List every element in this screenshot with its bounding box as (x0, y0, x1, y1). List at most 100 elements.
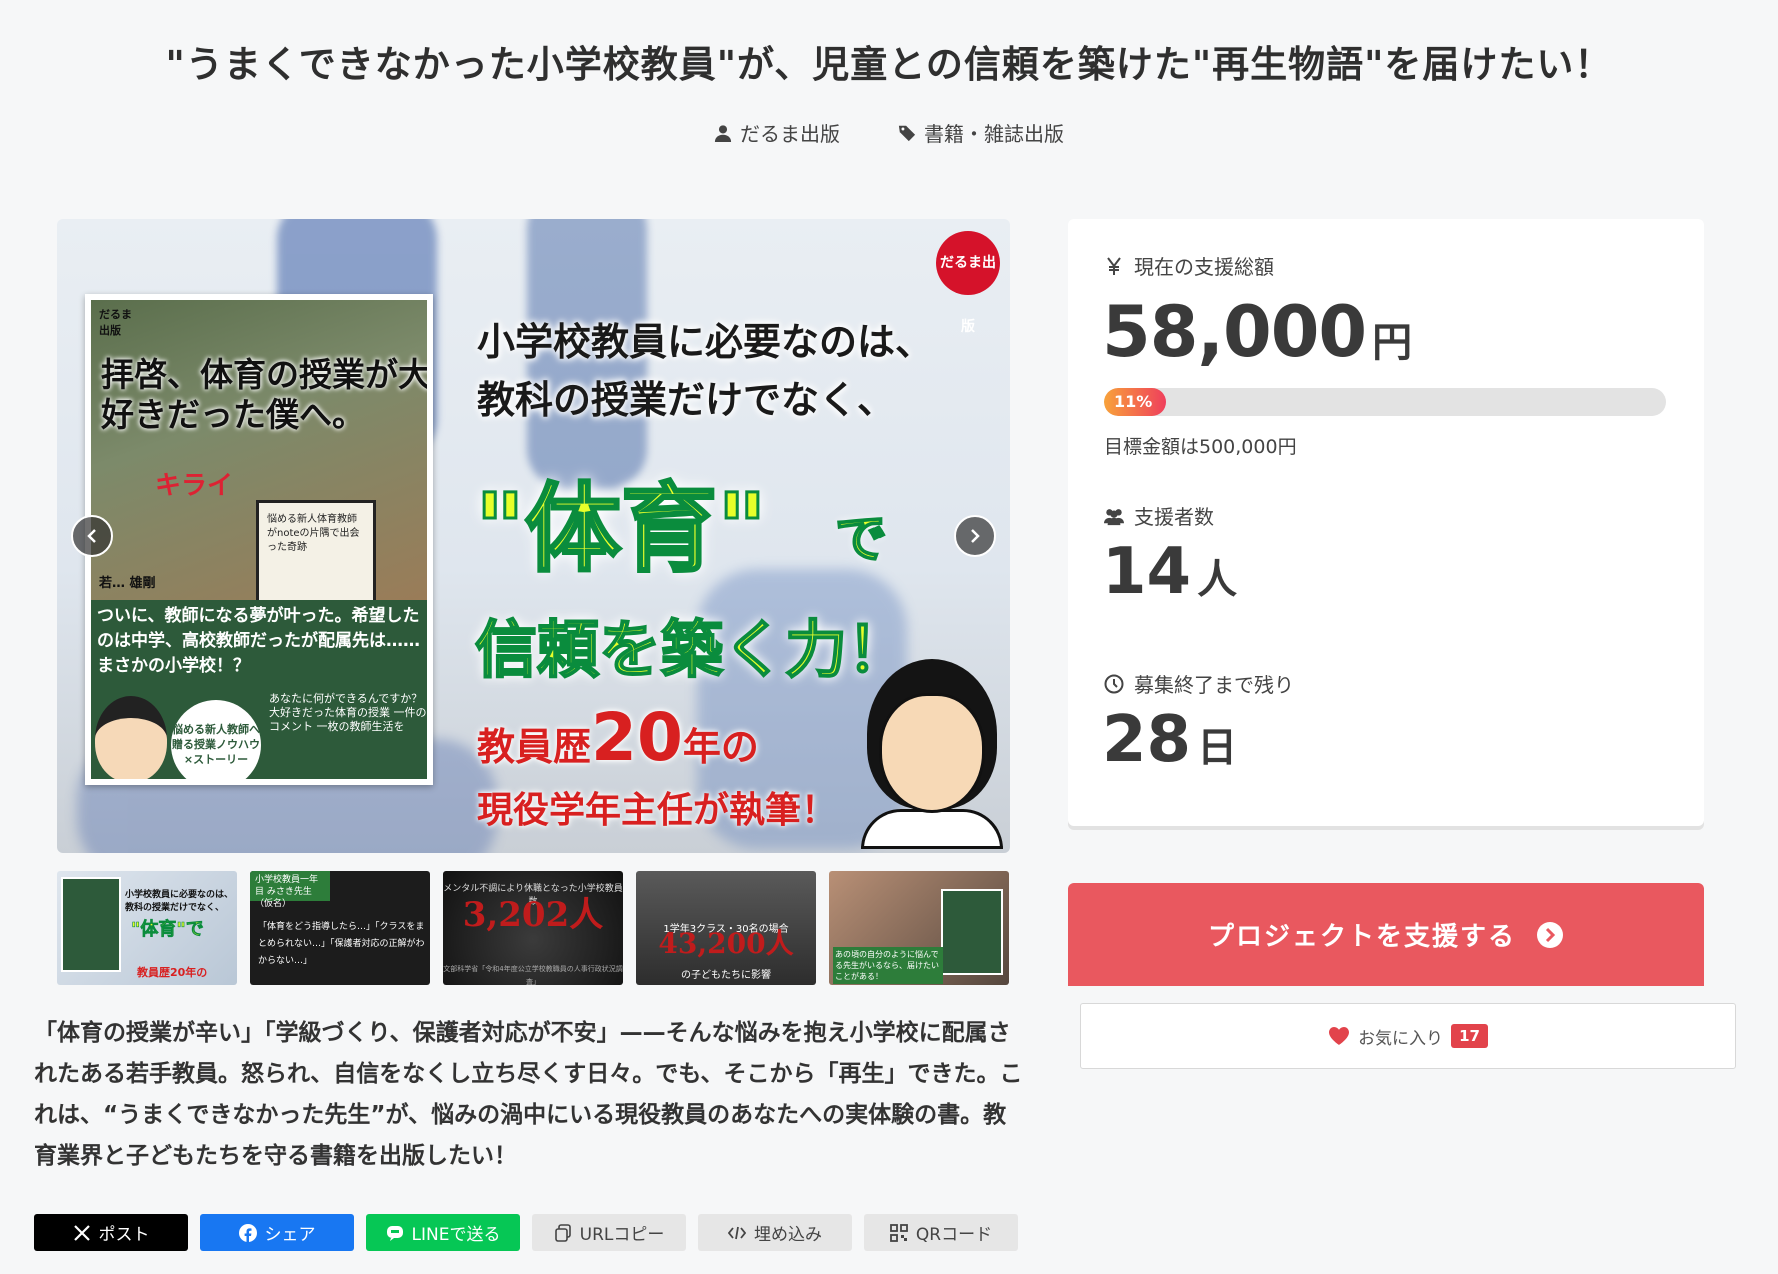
share-line-button[interactable]: LINEで送る (366, 1214, 520, 1251)
qr-code-icon (889, 1223, 908, 1242)
book-cover-image: だるま出版 拝啓、体育の授業が大好きだった僕へ。 キライ 悩める新人体育教師がn… (85, 294, 433, 785)
book-circle-text: 悩める新人教師へ贈る授業ノウハウ×ストーリー (171, 700, 261, 779)
book-title: 拝啓、体育の授業が大好きだった僕へ。 (101, 355, 431, 434)
project-title: "うまくできなかった小学校教員"が、児童との信頼を築けた"再生物語"を届けたい！ (165, 43, 1613, 86)
qr-code-button[interactable]: QRコード (864, 1214, 1018, 1251)
hero-career: 教員歴20年の (477, 699, 759, 776)
hero-de-text: で (834, 509, 888, 571)
thumb-1-text-c: 教員歴20年の (137, 966, 208, 979)
thumb-2-text-a: 小学校教員一年目 みさき先生（仮名） (250, 871, 330, 909)
code-icon (728, 1226, 746, 1239)
thumbnail-4[interactable]: 1学年3クラス・30名の場合 43,200人 の子どもたちに影響 (636, 871, 816, 985)
progress-fill: 11% (1104, 388, 1166, 416)
book-publisher-logo: だるま出版 (99, 308, 132, 337)
book-green-text: ついに、教師になる夢が叶った。希望したのは中学、高校教師だったが配属先は……まさ… (97, 606, 420, 676)
thumbnail-3[interactable]: メンタル不調により休職となった小学校教員数 3,202人 文部科学省「令和4年度… (443, 871, 623, 985)
favorite-label: お気に入り (1358, 1028, 1444, 1049)
copy-url-label: URLコピー (579, 1225, 665, 1245)
support-project-label: プロジェクトを支援する (1207, 922, 1516, 952)
supporters-value: 14 (1102, 535, 1192, 609)
hero-trust-text: 信頼を築く力！ (474, 612, 910, 687)
embed-button[interactable]: 埋め込み (698, 1214, 852, 1251)
remaining-label: 募集終了まで残り (1134, 673, 1294, 697)
author-illustration (861, 659, 1003, 849)
book-author: 若… 雄剛 (99, 576, 156, 591)
favorite-count-badge: 17 (1451, 1024, 1488, 1048)
clock-icon (1104, 674, 1124, 693)
arrow-circle-right-icon (1537, 921, 1563, 948)
carousel-prev-button[interactable] (71, 515, 113, 557)
owner-link[interactable]: だるま出版 (714, 118, 840, 147)
book-author-illustration (95, 696, 167, 779)
heart-icon (1329, 1027, 1350, 1045)
supporters-label: 支援者数 (1134, 505, 1214, 529)
progress-bar: 11% (1104, 388, 1666, 416)
supporters-unit: 人 (1197, 557, 1238, 603)
project-description: 「体育の授業が辛い」「学級づくり、保護者対応が不安」——そんな悩みを抱え小学校に… (34, 1020, 1023, 1169)
thumbnail-1[interactable]: 小学校教員に必要なのは、教科の授業だけでなく、 "体育"で 教員歴20年の (57, 871, 237, 985)
career-suffix: 年の (682, 725, 759, 769)
category-link[interactable]: 書籍・雑誌出版 (898, 118, 1064, 147)
thumb-2-text-b: 「体育をどう指導したら…」「クラスをまとめられない…」「保護者対応の正解がわから… (258, 922, 425, 966)
thumb-1-text-b: "体育"で (131, 919, 204, 940)
career-number: 20 (591, 699, 683, 776)
amount-unit: 円 (1372, 320, 1412, 366)
book-sign: 悩める新人体育教師がnoteの片隅で出会った奇跡 (256, 500, 376, 605)
thumb-1-text-a: 小学校教員に必要なのは、教科の授業だけでなく、 (125, 890, 234, 913)
thumbnail-strip: 小学校教員に必要なのは、教科の授業だけでなく、 "体育"で 教員歴20年の 小学… (57, 871, 1010, 985)
thumb-3-text-b: 3,202人 (462, 895, 604, 935)
copy-icon (554, 1223, 571, 1242)
qr-code-label: QRコード (915, 1225, 993, 1245)
amount-label: 現在の支援総額 (1134, 255, 1274, 279)
career-prefix: 教員歴 (477, 725, 592, 769)
thumbnail-2[interactable]: 小学校教員一年目 みさき先生（仮名） 「体育をどう指導したら…」「クラスをまとめ… (250, 871, 430, 985)
remaining-days: 28 日 (1102, 703, 1237, 777)
funding-stats-panel: 現在の支援総額 58,000 円 11% 目標金額は500,000円 支援者数 1… (1068, 219, 1704, 826)
share-facebook-button[interactable]: シェア (200, 1214, 354, 1251)
favorite-button[interactable]: お気に入り 17 (1080, 1003, 1736, 1069)
amount-label-row: 現在の支援総額 (1104, 251, 1274, 280)
thumb-3-text-c: 文部科学省「令和4年度公立学校教職員の人事行政状況調査」 (443, 965, 623, 985)
share-x-label: ポスト (98, 1225, 150, 1245)
remaining-value: 28 (1102, 703, 1192, 777)
share-bar: ポスト シェア LINEで送る URLコピー 埋め込み QRコード (34, 1214, 1018, 1251)
users-icon (1104, 508, 1124, 525)
main-image-carousel[interactable]: だるま出版 拝啓、体育の授業が大好きだった僕へ。 キライ 悩める新人体育教師がn… (57, 219, 1010, 853)
remaining-label-row: 募集終了まで残り (1104, 669, 1294, 698)
share-facebook-label: シェア (264, 1225, 316, 1245)
support-project-button[interactable]: プロジェクトを支援する (1068, 883, 1704, 986)
project-meta: だるま出版 書籍・雑誌出版 (0, 118, 1778, 147)
chevron-right-icon (971, 529, 980, 543)
remaining-unit: 日 (1197, 725, 1238, 771)
yen-icon (1107, 256, 1121, 275)
book-strike-word: キライ (155, 471, 234, 501)
carousel-next-button[interactable] (954, 515, 996, 557)
facebook-icon (238, 1223, 257, 1242)
thumb-4-text-b: 43,200人 (658, 927, 794, 960)
copy-url-button[interactable]: URLコピー (532, 1214, 686, 1251)
category-name: 書籍・雑誌出版 (924, 122, 1064, 146)
owner-name: だるま出版 (740, 122, 840, 146)
hero-big-text: "体育" (473, 472, 768, 587)
x-logo-icon (73, 1224, 90, 1241)
hero-author-text: 現役学年主任が執筆！ (477, 790, 838, 831)
share-x-button[interactable]: ポスト (34, 1214, 188, 1251)
book-vertical-text: あなたに何ができるんですか？ 大好きだった体育の授業 一件のコメント 一枚の教師… (269, 692, 427, 733)
publisher-logo: だるま出版 (936, 231, 1000, 335)
hero-line-2: 教科の授業だけでなく、 (477, 378, 896, 422)
share-line-label: LINEで送る (411, 1225, 501, 1245)
supporters-count: 14 人 (1102, 535, 1237, 609)
thumbnail-5[interactable]: あの頃の自分のように悩んでる先生がいるなら、届けたいことがある！ (829, 871, 1009, 985)
thumb-4-text-c: の子どもたちに影響 (681, 970, 771, 981)
tag-icon (898, 125, 916, 141)
amount-value: 58,000 (1102, 291, 1367, 373)
line-icon (386, 1225, 403, 1241)
chevron-left-icon (87, 529, 96, 543)
total-amount: 58,000 円 (1102, 291, 1412, 373)
user-icon (714, 124, 732, 142)
thumb-5-text-a: あの頃の自分のように悩んでる先生がいるなら、届けたいことがある！ (833, 947, 943, 984)
hero-line-1: 小学校教員に必要なのは、 (477, 320, 934, 364)
goal-amount: 目標金額は500,000円 (1104, 436, 1297, 458)
embed-label: 埋め込み (754, 1225, 822, 1245)
supporters-label-row: 支援者数 (1104, 501, 1214, 530)
